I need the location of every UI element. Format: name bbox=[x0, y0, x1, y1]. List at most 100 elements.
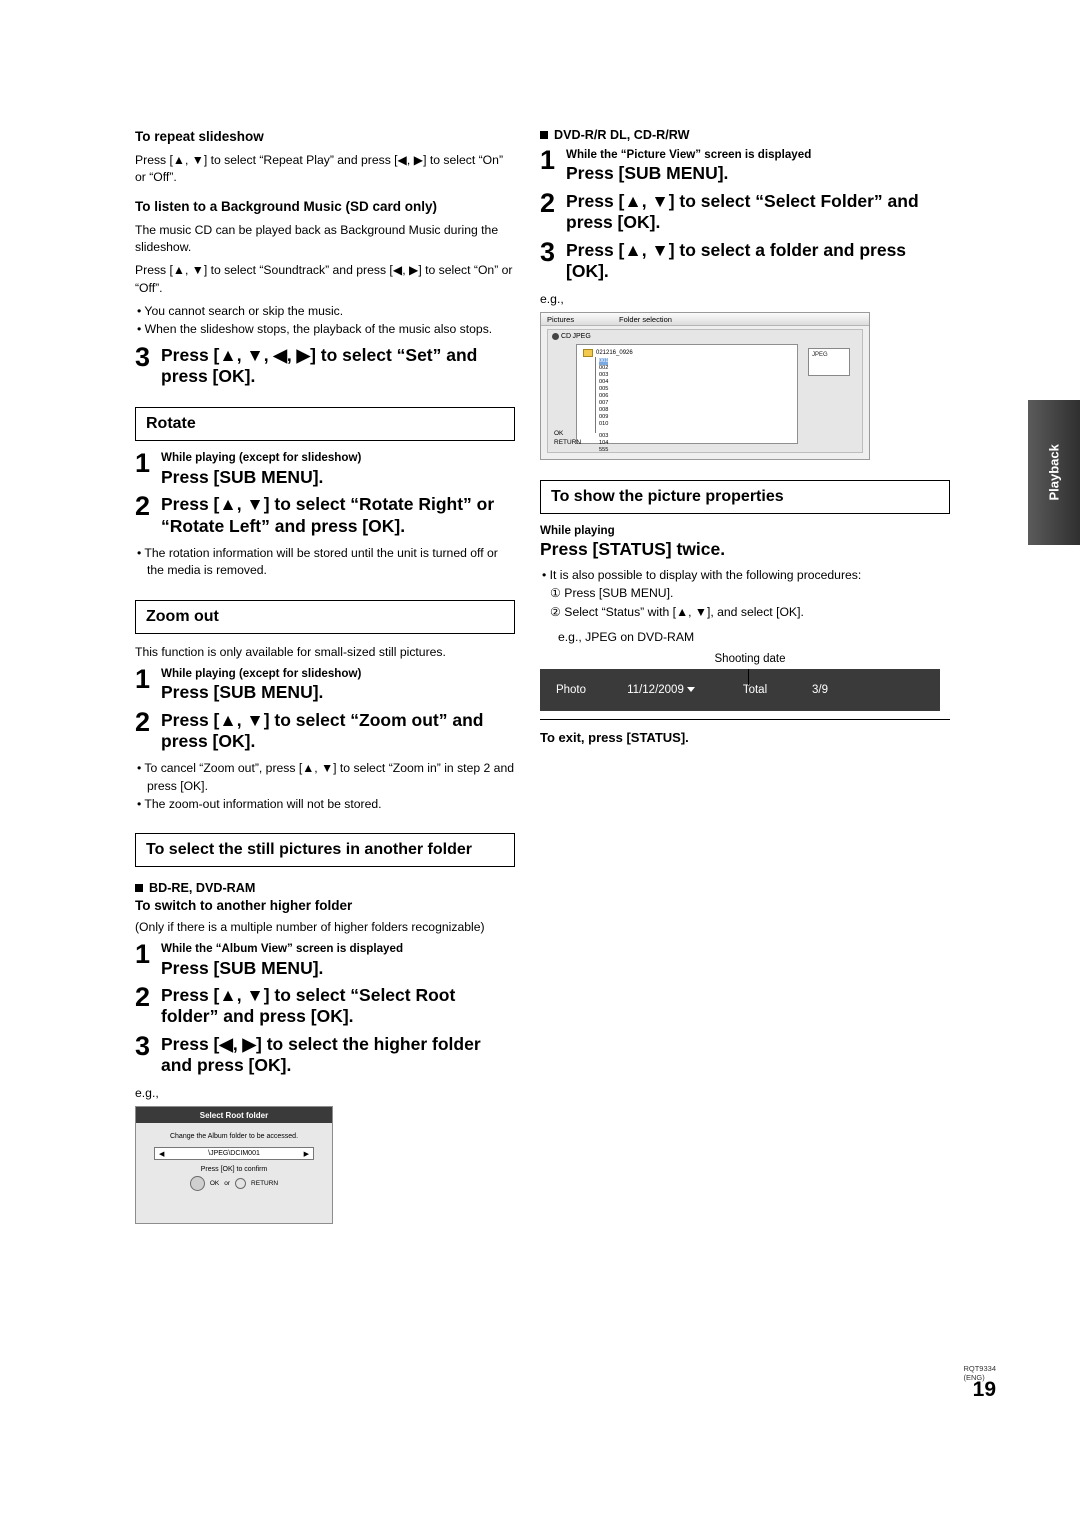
callout-line bbox=[748, 668, 749, 685]
tree-folder-item[interactable]: 010 bbox=[599, 421, 608, 428]
folder-selection-eg-label: e.g., bbox=[540, 292, 564, 307]
another-folder-media: BD-RE, DVD-RAM bbox=[135, 881, 515, 895]
screen-tabs: Pictures Folder selection bbox=[541, 313, 869, 327]
properties-section-heading: To show the picture properties bbox=[540, 480, 950, 515]
tree-folder-item[interactable]: 008 bbox=[599, 407, 608, 414]
properties-ol-2: ② Select “Status” with [▲, ▼], and selec… bbox=[550, 604, 804, 619]
repeat-slideshow-heading: To repeat slideshow bbox=[135, 129, 264, 144]
square-bullet-icon bbox=[135, 884, 143, 893]
step-text: Press [SUB MENU]. bbox=[161, 682, 324, 703]
step-text: Press [▲, ▼, ◀, ▶] to select “Set” and p… bbox=[161, 344, 478, 387]
tree-folder-item[interactable]: 004 bbox=[599, 379, 608, 386]
right-media-label: DVD-R/R DL, CD-R/RW bbox=[554, 128, 690, 142]
root-folder-selector[interactable]: ◀ \JPEG\DCIM001 ▶ bbox=[154, 1147, 314, 1161]
properties-ol-1: ① Press [SUB MENU]. bbox=[550, 585, 674, 600]
bgm-bullet-1: • You cannot search or skip the music. bbox=[137, 304, 344, 319]
zoomout-bullet-2: • The zoom-out information will not be s… bbox=[137, 797, 382, 812]
tree-folder-item[interactable]: 001 bbox=[599, 358, 609, 366]
step-number: 3 bbox=[135, 1030, 151, 1061]
left-column: To repeat slideshow Press [▲, ▼] to sele… bbox=[135, 128, 515, 1225]
shooting-date-label: Shooting date bbox=[714, 652, 786, 665]
select-folder-step-3: 3 Press [▲, ▼] to select a folder and pr… bbox=[540, 236, 950, 283]
step-text: Press [▲, ▼] to select “Select Folder” a… bbox=[566, 190, 919, 233]
step-condition: While the “Album View” screen is display… bbox=[161, 942, 404, 956]
another-folder-step-3: 3 Press [◀, ▶] to select the higher fold… bbox=[135, 1030, 515, 1077]
repeat-slideshow-body: Press [▲, ▼] to select “Repeat Play” and… bbox=[135, 152, 503, 184]
step-number: 1 bbox=[135, 448, 151, 479]
tree-folder-item[interactable]: 003 bbox=[599, 433, 608, 440]
zoomout-section-heading: Zoom out bbox=[135, 599, 515, 634]
return-label: RETURN bbox=[251, 1180, 279, 1188]
ok-label: OK bbox=[209, 1180, 220, 1188]
tab-pictures[interactable]: Pictures bbox=[547, 315, 619, 324]
step-select-set: 3 Press [▲, ▼, ◀, ▶] to select “Set” and… bbox=[135, 341, 515, 388]
screen-body: CD JPEG 021216_0926 001 002 003 004 005 … bbox=[547, 329, 863, 454]
playback-side-tab: Playback bbox=[1028, 400, 1080, 545]
thumbnail-label: JPEG bbox=[812, 352, 828, 359]
bgm-heading: To listen to a Background Music (SD card… bbox=[135, 199, 438, 215]
step-condition: While playing (except for slideshow) bbox=[161, 666, 362, 680]
properties-bullet: • It is also possible to display with th… bbox=[542, 567, 862, 582]
another-folder-subheading: To switch to another higher folder bbox=[135, 898, 353, 914]
step-number: 1 bbox=[135, 663, 151, 694]
step-number: 3 bbox=[135, 341, 151, 372]
tab-folder-selection[interactable]: Folder selection bbox=[619, 315, 672, 324]
step-number: 2 bbox=[135, 982, 151, 1013]
ok-return-hint: OK RETURN bbox=[554, 429, 581, 449]
zoomout-step-1: 1 While playing (except for slideshow) P… bbox=[135, 663, 515, 704]
step-number: 2 bbox=[135, 491, 151, 522]
tree-folder-item[interactable]: 007 bbox=[599, 400, 608, 407]
tree-folder-item[interactable]: 005 bbox=[599, 386, 608, 393]
zoomout-intro: This function is only available for smal… bbox=[135, 644, 446, 659]
folder-selection-screenshot: Pictures Folder selection CD JPEG 021216… bbox=[540, 312, 870, 461]
right-arrow-icon[interactable]: ▶ bbox=[304, 1150, 309, 1158]
screen-title: Select Root folder bbox=[136, 1107, 332, 1124]
or-label: or bbox=[224, 1180, 231, 1188]
tree-root-item[interactable]: 021216_0926 bbox=[583, 349, 633, 358]
prop-photo: Photo bbox=[555, 683, 587, 696]
shooting-date-callout: Shooting date Photo 11/12/2009 Total 3/9 bbox=[540, 653, 950, 711]
another-folder-step-1: 1 While the “Album View” screen is displ… bbox=[135, 939, 515, 979]
step-condition: While the “Picture View” screen is displ… bbox=[566, 148, 812, 161]
tree-folder-item[interactable]: 555 bbox=[599, 447, 608, 454]
another-folder-media-label: BD-RE, DVD-RAM bbox=[149, 881, 256, 896]
properties-eg: e.g., JPEG on DVD-RAM bbox=[558, 630, 695, 645]
tree-folder-list[interactable]: 001 002 003 004 005 006 007 008 009 010 … bbox=[599, 358, 609, 454]
ok-button-icon[interactable] bbox=[189, 1176, 205, 1192]
ok-return-row: OK or RETURN bbox=[136, 1176, 332, 1192]
return-hint: RETURN bbox=[554, 439, 582, 447]
tree-root-label: 021216_0926 bbox=[596, 350, 633, 357]
tree-folder-item[interactable]: 003 bbox=[599, 372, 608, 379]
manual-page: To repeat slideshow Press [▲, ▼] to sele… bbox=[0, 0, 1080, 1528]
tree-folder-item[interactable]: 006 bbox=[599, 393, 608, 400]
right-column: DVD-R/R DL, CD-R/RW 1 While the “Picture… bbox=[540, 128, 950, 745]
tree-folder-item[interactable]: 002 bbox=[599, 365, 608, 372]
folder-icon bbox=[583, 349, 593, 358]
step-number: 2 bbox=[135, 706, 151, 737]
return-button-icon[interactable] bbox=[235, 1178, 247, 1190]
caret-icon bbox=[686, 687, 695, 693]
prop-date-value: 11/12/2009 bbox=[627, 683, 684, 696]
tree-folder-item[interactable]: 104 bbox=[599, 440, 608, 447]
select-root-eg-label: e.g., bbox=[135, 1086, 159, 1101]
folder-tree[interactable]: 021216_0926 001 002 003 004 005 006 007 … bbox=[576, 344, 798, 453]
thumbnail-preview: JPEG bbox=[808, 348, 850, 377]
page-number: 19 bbox=[972, 1378, 996, 1401]
step-text: Press [▲, ▼] to select “Rotate Right” or… bbox=[161, 494, 495, 536]
step-text: Press [SUB MENU]. bbox=[161, 957, 324, 978]
media-label: CD JPEG bbox=[561, 333, 591, 341]
step-text: Press [▲, ▼] to select “Zoom out” and pr… bbox=[161, 709, 484, 752]
root-folder-path: \JPEG\DCIM001 bbox=[208, 1150, 260, 1158]
picture-properties-bar: Photo 11/12/2009 Total 3/9 bbox=[540, 668, 940, 711]
step-number: 1 bbox=[135, 939, 151, 970]
step-condition: While playing (except for slideshow) bbox=[161, 451, 362, 465]
step-text: Press [▲, ▼] to select a folder and pres… bbox=[566, 239, 907, 281]
zoomout-bullet-1: • To cancel “Zoom out”, press [▲, ▼] to … bbox=[137, 761, 515, 793]
properties-condition: While playing bbox=[540, 524, 615, 538]
left-arrow-icon[interactable]: ◀ bbox=[159, 1150, 164, 1158]
tree-folder-item[interactable]: 009 bbox=[599, 414, 608, 421]
prop-total-label: Total bbox=[742, 683, 768, 696]
step-number: 3 bbox=[540, 236, 556, 267]
bgm-paragraph-1: The music CD can be played back as Backg… bbox=[135, 222, 499, 255]
step-text: Press [SUB MENU]. bbox=[161, 466, 324, 487]
